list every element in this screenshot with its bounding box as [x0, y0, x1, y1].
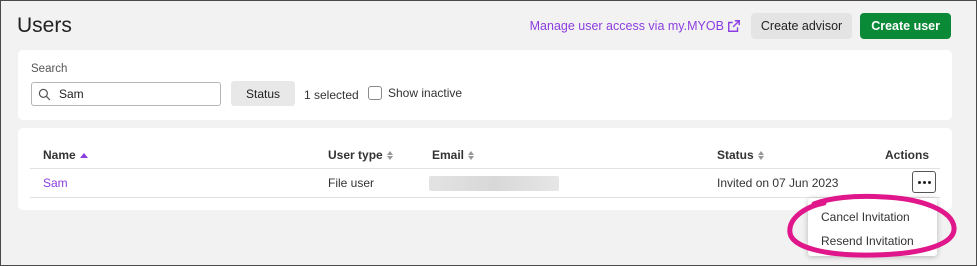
show-inactive-label: Show inactive: [388, 86, 463, 100]
column-header-name[interactable]: Name: [43, 148, 88, 162]
sort-icon: [757, 150, 764, 160]
status-filter-button[interactable]: Status: [231, 81, 295, 106]
sort-icon: [386, 150, 393, 160]
resend-invitation-menu-item[interactable]: Resend Invitation: [808, 229, 937, 253]
header-divider: [30, 168, 940, 169]
column-status-label: Status: [717, 148, 754, 162]
user-name-link[interactable]: Sam: [43, 176, 68, 190]
manage-user-access-link[interactable]: Manage user access via my.MYOB: [530, 19, 741, 33]
search-label: Search: [31, 63, 68, 75]
search-input[interactable]: [59, 87, 209, 101]
email-cell-redacted: [429, 176, 559, 191]
row-divider: [30, 197, 940, 198]
header-actions: Manage user access via my.MYOB Create ad…: [530, 13, 951, 39]
search-field[interactable]: [31, 82, 221, 106]
more-dot-icon: [922, 180, 926, 184]
page-title: Users: [17, 14, 72, 37]
create-user-button[interactable]: Create user: [860, 13, 951, 39]
row-actions-button[interactable]: [912, 171, 936, 193]
column-actions-label: Actions: [885, 148, 930, 162]
column-email-label: Email: [432, 148, 465, 162]
sort-icon: [468, 150, 475, 160]
actions-dropdown-menu: Cancel Invitation Resend Invitation: [808, 198, 937, 256]
selected-count: 1 selected: [304, 88, 359, 102]
create-advisor-button[interactable]: Create advisor: [750, 13, 853, 39]
filter-panel: Search Status 1 selected Show inactive: [18, 50, 952, 120]
column-header-user-type[interactable]: User type: [328, 148, 393, 162]
column-header-actions: Actions: [885, 148, 929, 162]
more-dot-icon: [927, 180, 931, 184]
external-link-icon: [727, 20, 740, 32]
show-inactive-checkbox[interactable]: [368, 86, 382, 100]
column-header-status[interactable]: Status: [717, 148, 764, 162]
more-dot-icon: [917, 180, 921, 184]
user-type-cell: File user: [328, 176, 375, 190]
column-header-email[interactable]: Email: [432, 148, 475, 162]
column-user-type-label: User type: [328, 148, 383, 162]
column-name-label: Name: [43, 148, 76, 162]
manage-user-access-label: Manage user access via my.MYOB: [529, 19, 724, 33]
status-cell: Invited on 07 Jun 2023: [717, 176, 839, 190]
cancel-invitation-menu-item[interactable]: Cancel Invitation: [808, 205, 937, 229]
search-icon: [38, 88, 51, 100]
show-inactive-toggle[interactable]: Show inactive: [368, 86, 462, 100]
sort-ascending-icon: [79, 152, 88, 158]
